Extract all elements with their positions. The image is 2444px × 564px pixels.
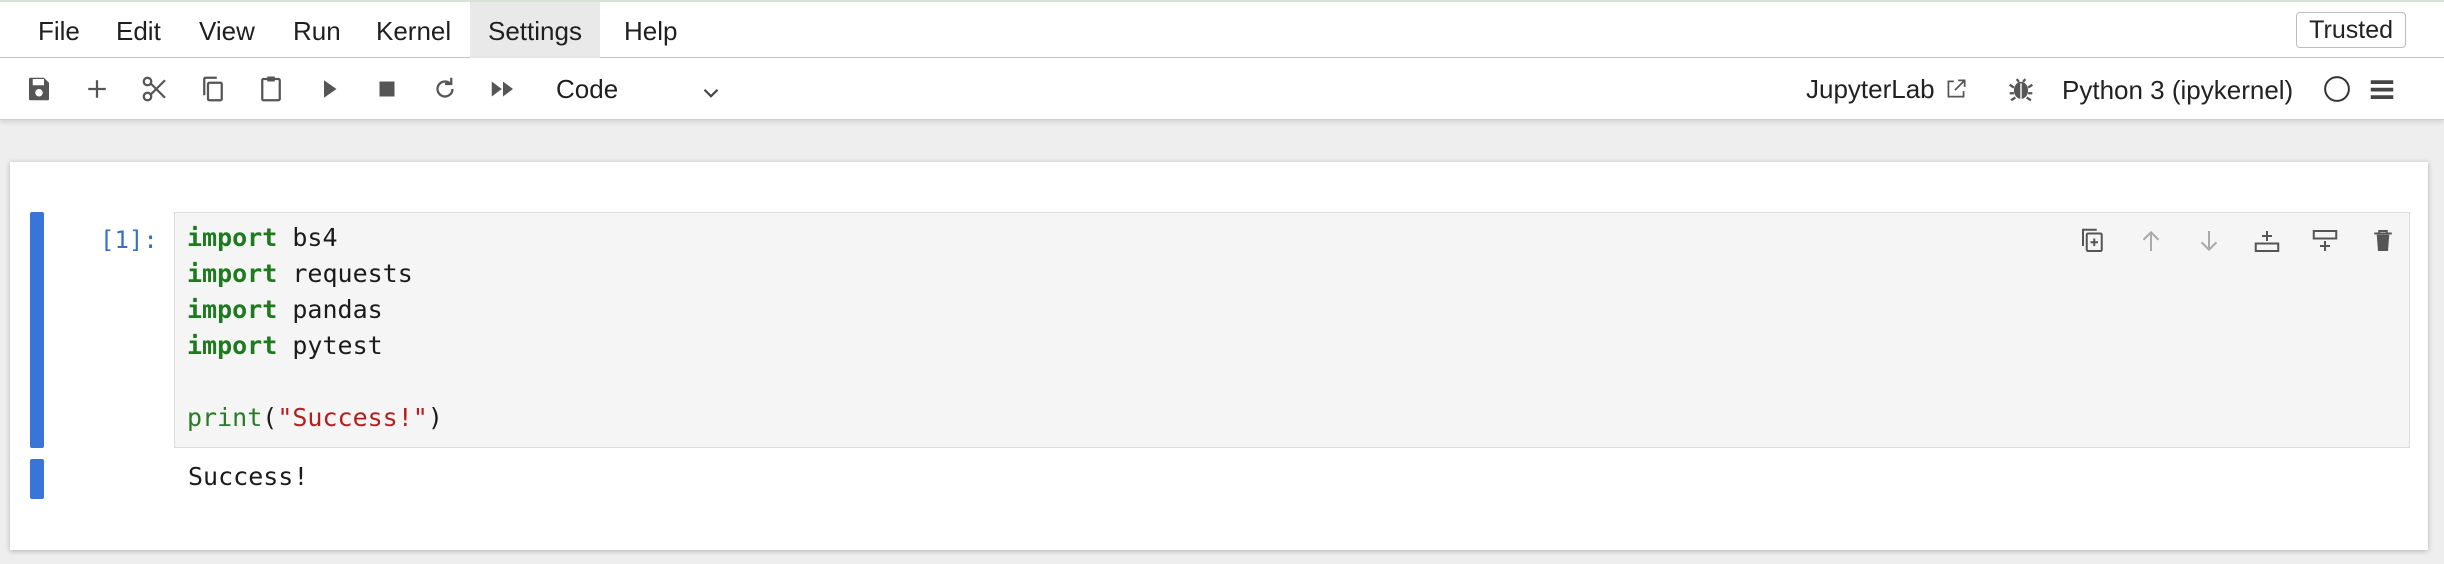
move-down-icon: [2200, 231, 2218, 252]
paren: (: [262, 403, 278, 432]
menu-lines-icon[interactable]: [2366, 74, 2398, 104]
trusted-badge[interactable]: Trusted: [2296, 12, 2406, 48]
restart-run-all-button[interactable]: [482, 68, 524, 110]
external-link-icon: [1947, 79, 1966, 98]
keyword: import: [187, 295, 278, 324]
open-jupyterlab-link[interactable]: JupyterLab: [1806, 68, 1969, 110]
input-collapser[interactable]: [30, 212, 44, 448]
code-line: import bs4: [187, 223, 338, 252]
debugger-bug-icon[interactable]: [2004, 72, 2038, 106]
cut-icon: [142, 76, 166, 102]
code-text: bs4: [277, 223, 338, 252]
menu-settings[interactable]: Settings: [470, 2, 600, 58]
cell-output: Success!: [188, 462, 309, 491]
notebook-toolbar: Code JupyterLab Python 3 (ipykernel): [0, 58, 2444, 120]
menu-file[interactable]: File: [20, 2, 98, 58]
copy-button[interactable]: [192, 68, 234, 110]
delete-icon: [2374, 230, 2392, 251]
run-icon: [324, 80, 337, 98]
paren: ): [427, 403, 443, 432]
code-text: pandas: [277, 295, 383, 324]
output-collapser[interactable]: [30, 459, 44, 499]
save-button[interactable]: [18, 68, 60, 110]
restart-icon: [436, 77, 454, 98]
run-button[interactable]: [308, 68, 350, 110]
fast-forward-icon: [491, 81, 513, 97]
restart-button[interactable]: [424, 68, 466, 110]
code-text: pytest: [277, 331, 383, 360]
function-name: print: [187, 403, 263, 432]
code-line: import pytest: [187, 331, 383, 360]
menu-help[interactable]: Help: [606, 2, 695, 58]
stop-icon: [379, 81, 395, 97]
menu-run[interactable]: Run: [275, 2, 359, 58]
duplicate-cell-button[interactable]: [2073, 221, 2113, 261]
move-down-button[interactable]: [2189, 221, 2229, 261]
kernel-idle-circle-icon: [2324, 76, 2350, 102]
insert-below-button[interactable]: [2305, 221, 2345, 261]
code-line: import requests: [187, 259, 413, 288]
insert-above-icon: [2254, 231, 2280, 252]
keyword: import: [187, 331, 278, 360]
menu-view[interactable]: View: [181, 2, 273, 58]
add-icon: [88, 80, 106, 98]
copy-icon: [203, 76, 223, 102]
cut-button[interactable]: [134, 68, 176, 110]
jupyterlab-label: JupyterLab: [1806, 74, 1935, 104]
save-icon: [29, 77, 49, 101]
code-line: print("Success!"): [187, 403, 443, 432]
paste-button[interactable]: [250, 68, 292, 110]
menubar: File Edit View Run Kernel Settings Help …: [0, 0, 2444, 58]
move-up-button[interactable]: [2131, 221, 2171, 261]
notebook-panel: [1]: import bs4 import requests import p…: [10, 162, 2428, 550]
insert-below-icon: [2312, 230, 2338, 251]
move-up-icon: [2142, 230, 2160, 251]
execution-count: [1]:: [100, 226, 158, 254]
insert-above-button[interactable]: [2247, 221, 2287, 261]
add-cell-button[interactable]: [76, 68, 118, 110]
code-editor[interactable]: import bs4 import requests import pandas…: [174, 212, 2410, 448]
string-literal: "Success!": [277, 403, 428, 432]
duplicate-icon: [2082, 228, 2103, 252]
chevron-down-icon: [703, 88, 719, 98]
kernel-name[interactable]: Python 3 (ipykernel): [2062, 68, 2293, 110]
keyword: import: [187, 259, 278, 288]
menu-edit[interactable]: Edit: [98, 2, 179, 58]
cell-type-select[interactable]: Code: [540, 66, 730, 112]
menu-kernel[interactable]: Kernel: [358, 2, 469, 58]
code-text: requests: [277, 259, 413, 288]
paste-icon: [261, 76, 281, 102]
delete-cell-button[interactable]: [2363, 221, 2403, 261]
cell-type-label: Code: [556, 73, 619, 104]
keyword: import: [187, 223, 278, 252]
stop-button[interactable]: [366, 68, 408, 110]
code-line: import pandas: [187, 295, 383, 324]
